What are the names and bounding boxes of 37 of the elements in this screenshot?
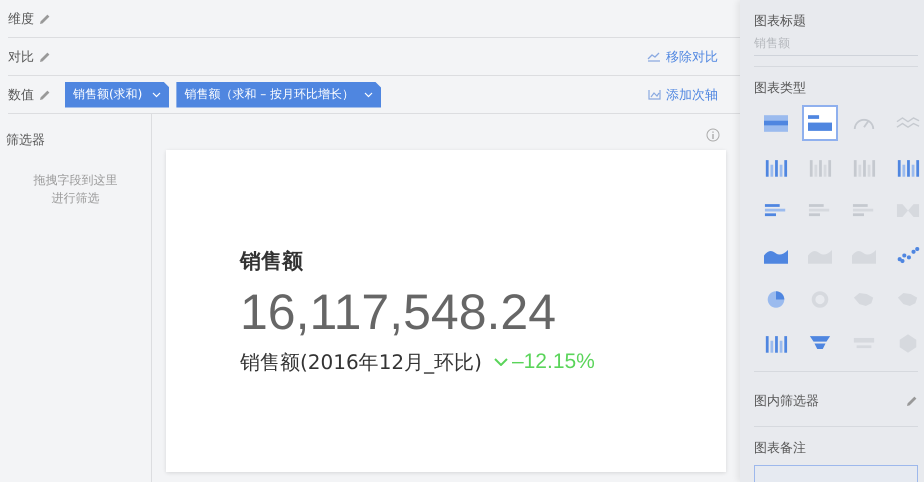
combo-chart-icon <box>764 334 788 352</box>
compare-label: 销售额(2016年12月_环比) <box>240 348 482 376</box>
pencil-icon[interactable] <box>39 50 51 62</box>
chart-line-icon <box>647 52 661 62</box>
shelf-label: 维度 <box>8 10 34 28</box>
filter-drop-hint: 进行筛选 <box>52 190 100 207</box>
info-icon[interactable] <box>706 128 720 142</box>
kpi-title: 销售额 <box>240 248 304 274</box>
section-label: 图内筛选器 <box>754 393 819 410</box>
filter-title: 筛选器 <box>6 132 46 149</box>
pencil-icon[interactable] <box>39 12 51 24</box>
section-label: 图表备注 <box>754 440 807 457</box>
shelf-action-link[interactable]: 添加次轴 <box>648 86 718 104</box>
range-chart-icon <box>896 158 920 176</box>
table-chart-icon <box>764 114 788 132</box>
section-label: 图表类型 <box>754 80 807 97</box>
section-label: 图表标题 <box>754 13 807 30</box>
percent-column-chart-icon <box>852 158 876 176</box>
pencil-icon[interactable] <box>906 395 918 407</box>
column-chart-icon <box>764 158 788 176</box>
pencil-icon[interactable] <box>39 88 51 100</box>
chevron-down-icon <box>494 358 508 366</box>
shelf-label: 对比 <box>8 48 34 66</box>
chart-type-button[interactable] <box>802 105 838 141</box>
stacked-column-chart-icon <box>808 158 832 176</box>
chevron-down-icon <box>152 92 162 98</box>
change-value: –12.15% <box>494 350 595 374</box>
field-pill[interactable]: 销售额(求和) <box>65 82 170 108</box>
kpi-chart-icon <box>808 114 832 132</box>
scatter-chart-icon <box>896 246 920 264</box>
shelf-label: 数值 <box>8 86 34 104</box>
chevron-down-icon <box>364 92 374 98</box>
axis-chart-icon <box>648 90 661 100</box>
kpi-value: 16,117,548.24 <box>240 282 558 340</box>
shelf-action-link[interactable]: 移除对比 <box>647 48 718 66</box>
filter-drop-hint: 拖拽字段到这里 <box>34 172 118 189</box>
field-pill[interactable]: 销售额（求和 – 按月环比增长） <box>176 82 382 108</box>
